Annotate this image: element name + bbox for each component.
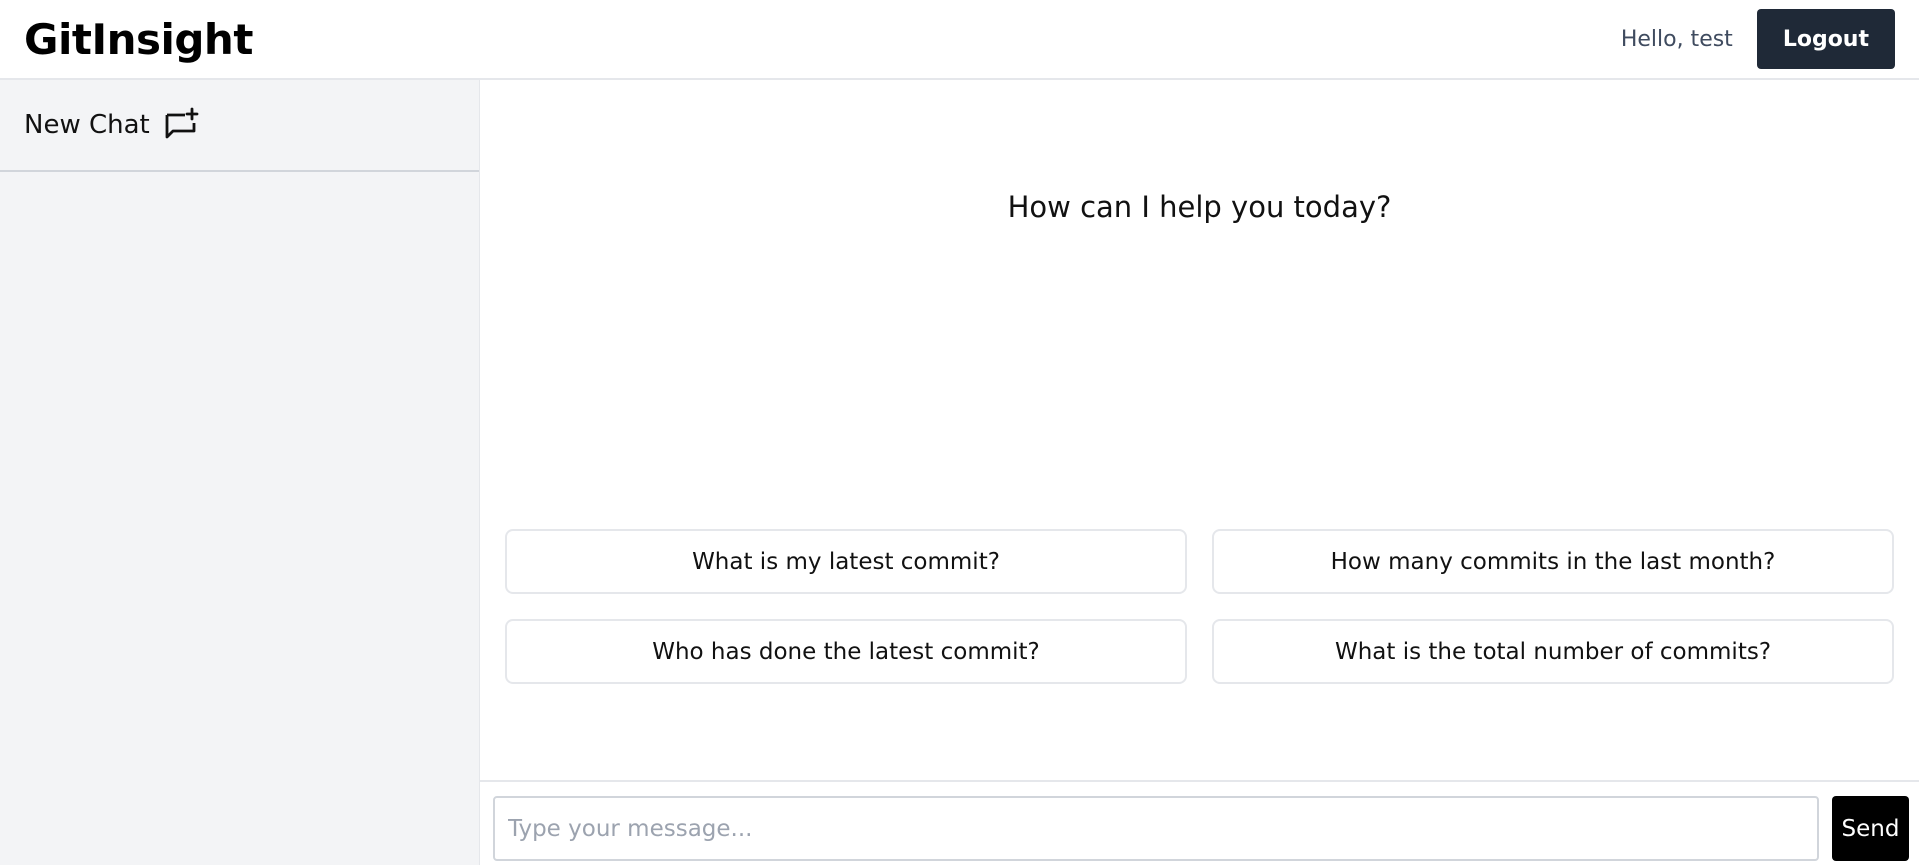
send-button[interactable]: Send [1832, 796, 1909, 861]
welcome-heading: How can I help you today? [1007, 190, 1392, 224]
top-header: GitInsight Hello, test Logout [0, 0, 1919, 80]
chat-area: How can I help you today? What is my lat… [480, 80, 1919, 865]
new-chat-icon [164, 107, 200, 143]
message-composer: Send [480, 780, 1919, 865]
new-chat-button[interactable]: New Chat [0, 80, 479, 172]
app-logo-title: GitInsight [24, 14, 253, 64]
sidebar: New Chat [0, 80, 480, 865]
suggestion-latest-commit-author[interactable]: Who has done the latest commit? [505, 619, 1187, 684]
suggestion-total-commits[interactable]: What is the total number of commits? [1212, 619, 1894, 684]
logout-button[interactable]: Logout [1756, 9, 1895, 69]
suggestion-latest-commit[interactable]: What is my latest commit? [505, 529, 1187, 594]
user-greeting: Hello, test [1620, 26, 1733, 52]
suggestion-grid: What is my latest commit? How many commi… [505, 529, 1894, 684]
user-area: Hello, test Logout [1621, 9, 1895, 69]
new-chat-label: New Chat [24, 110, 150, 140]
suggestion-commits-last-month[interactable]: How many commits in the last month? [1212, 529, 1894, 594]
message-input[interactable] [493, 796, 1819, 861]
